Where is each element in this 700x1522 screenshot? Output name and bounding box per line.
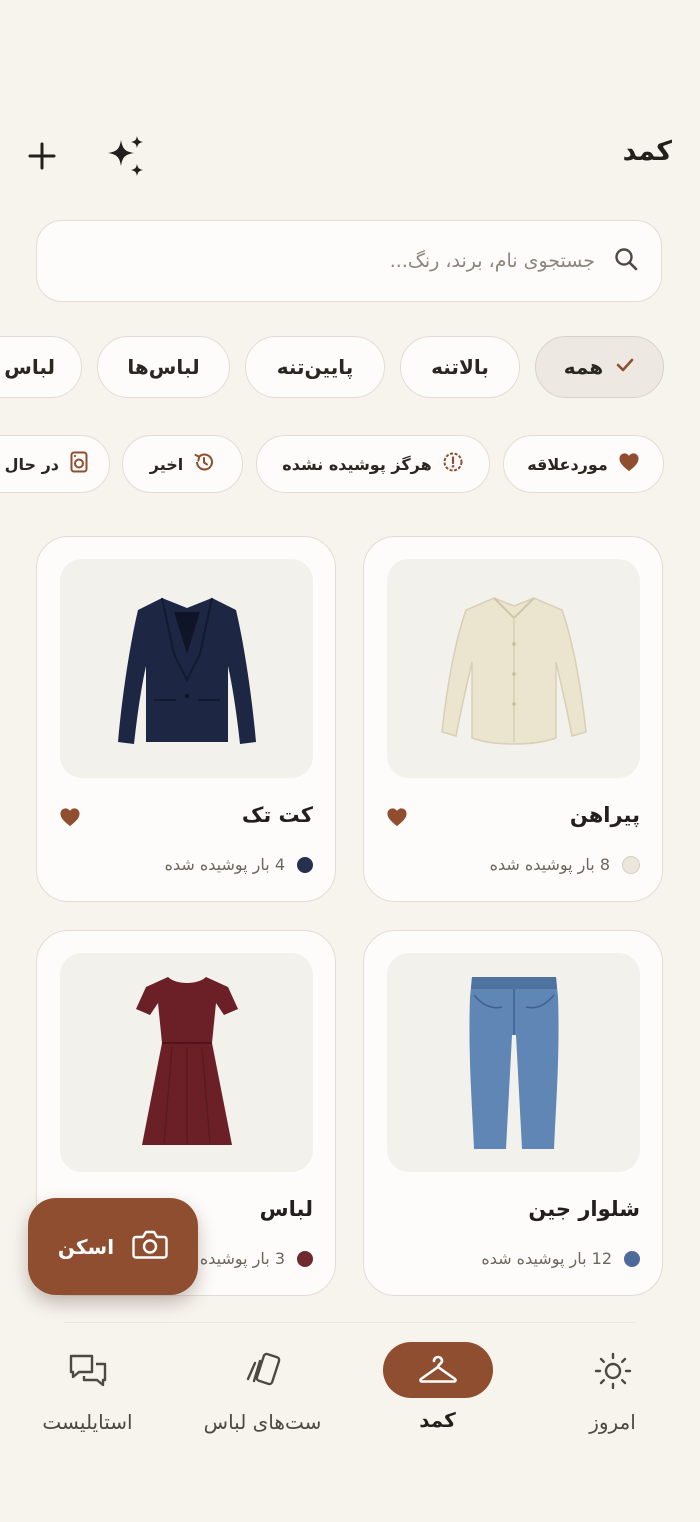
color-dot: [297, 856, 313, 873]
item-meta: 12 بار پوشیده شده: [481, 1249, 640, 1268]
sun-icon: [593, 1342, 633, 1400]
filter-favorites[interactable]: موردعلاقه: [503, 435, 664, 493]
filter-never-worn[interactable]: هرگز پوشیده نشده: [256, 435, 490, 493]
jeans-image: [468, 976, 559, 1149]
blazer-image: [117, 597, 256, 744]
nav-item-stylist[interactable]: استایلیست: [0, 1342, 175, 1442]
nav-item-outfits[interactable]: ست‌های لباس: [175, 1342, 350, 1442]
clothing-card[interactable]: کت تک 4 بار پوشیده شده: [36, 536, 336, 902]
nav-divider: [64, 1322, 636, 1323]
bottom-navigation: امروز کمد ست‌های لباس استایلیست: [0, 1322, 700, 1522]
search-input[interactable]: [59, 249, 597, 273]
wear-count: 8 بار پوشیده شده: [489, 855, 610, 874]
nav-item-closet[interactable]: کمد: [350, 1342, 525, 1442]
search-bar[interactable]: [36, 220, 662, 302]
chip-tops[interactable]: بالاتنه: [400, 336, 520, 398]
washing-machine-icon: [69, 451, 89, 477]
filter-recent[interactable]: اخیر: [122, 435, 243, 493]
scan-button[interactable]: اسکن: [28, 1198, 198, 1295]
search-icon: [613, 246, 639, 276]
chip-dresses[interactable]: لباس‌ها: [97, 336, 230, 398]
cards-icon: [242, 1342, 284, 1400]
color-dot: [622, 855, 640, 874]
item-name: شلوار جین: [528, 1197, 640, 1221]
quick-filter-row: موردعلاقه هرگز پوشیده نشده اخیر در حال: [0, 435, 700, 497]
filter-in-laundry[interactable]: در حال: [0, 435, 110, 493]
item-name: کت تک: [241, 803, 313, 827]
category-filter-row: همه بالاتنه پایین‌تنه لباس‌ها لباس: [0, 336, 700, 402]
item-name: لباس: [259, 1197, 313, 1221]
hanger-icon: [382, 1342, 493, 1398]
item-name: پیراهن: [569, 803, 640, 827]
wear-count: 12 بار پوشیده شده: [481, 1249, 612, 1268]
history-icon: [193, 451, 215, 477]
item-meta: 8 بار پوشیده شده: [490, 855, 640, 874]
chat-icon: [68, 1342, 108, 1400]
heart-icon: [618, 452, 640, 476]
clothing-card[interactable]: پیراهن 8 بار پوشیده شده: [363, 536, 663, 902]
check-icon: [615, 355, 635, 380]
chip-bottoms[interactable]: پایین‌تنه: [245, 336, 385, 398]
add-icon[interactable]: [18, 132, 66, 180]
page-title: کمد: [622, 136, 672, 167]
nav-item-today[interactable]: امروز: [525, 1342, 700, 1442]
color-dot: [297, 1250, 313, 1267]
dress-image: [135, 976, 238, 1145]
chip-all[interactable]: همه: [535, 336, 664, 398]
wear-count: 4 بار پوشیده شده: [164, 855, 285, 874]
heart-icon[interactable]: [386, 807, 408, 831]
clothing-card[interactable]: شلوار جین 12 بار پوشیده شده: [363, 930, 663, 1296]
item-image: [60, 559, 313, 778]
item-meta: 4 بار پوشیده شده: [165, 855, 313, 874]
color-dot: [624, 1250, 640, 1267]
chip-clothing[interactable]: لباس: [0, 336, 82, 398]
item-image: [387, 559, 640, 778]
shirt-image: [440, 596, 587, 745]
item-image: [387, 953, 640, 1172]
heart-icon[interactable]: [59, 807, 81, 831]
item-image: [60, 953, 313, 1172]
camera-icon: [132, 1229, 168, 1264]
ai-sparkles-icon[interactable]: [102, 132, 150, 180]
alert-badge-icon: [442, 451, 464, 477]
